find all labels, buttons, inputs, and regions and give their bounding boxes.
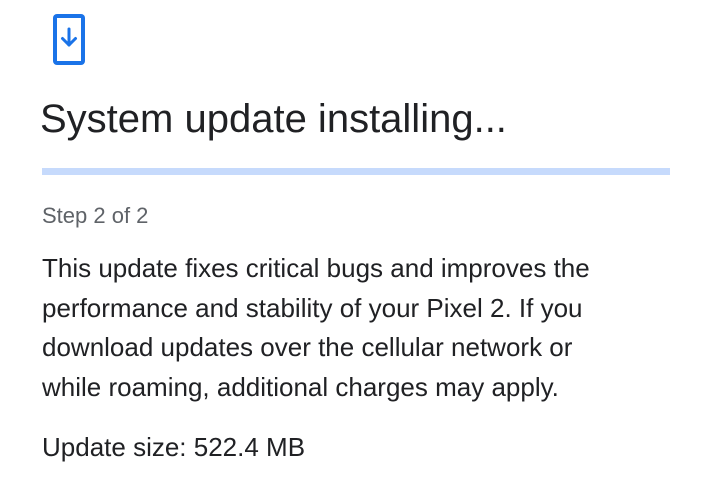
update-size: Update size: 522.4 MB — [42, 432, 306, 462]
install-progress-bar — [42, 168, 670, 175]
page-title: System update installing... — [40, 97, 507, 141]
update-description: This update fixes critical bugs and impr… — [42, 249, 702, 407]
step-indicator: Step 2 of 2 — [42, 203, 149, 228]
update-description-line: while roaming, additional charges may ap… — [42, 371, 559, 402]
system-update-download-icon — [53, 14, 85, 65]
update-description-line: download updates over the cellular netwo… — [42, 332, 573, 362]
update-description-line: This update fixes critical bugs and impr… — [42, 253, 590, 283]
update-description-line: performance and stability of your Pixel … — [42, 292, 583, 323]
